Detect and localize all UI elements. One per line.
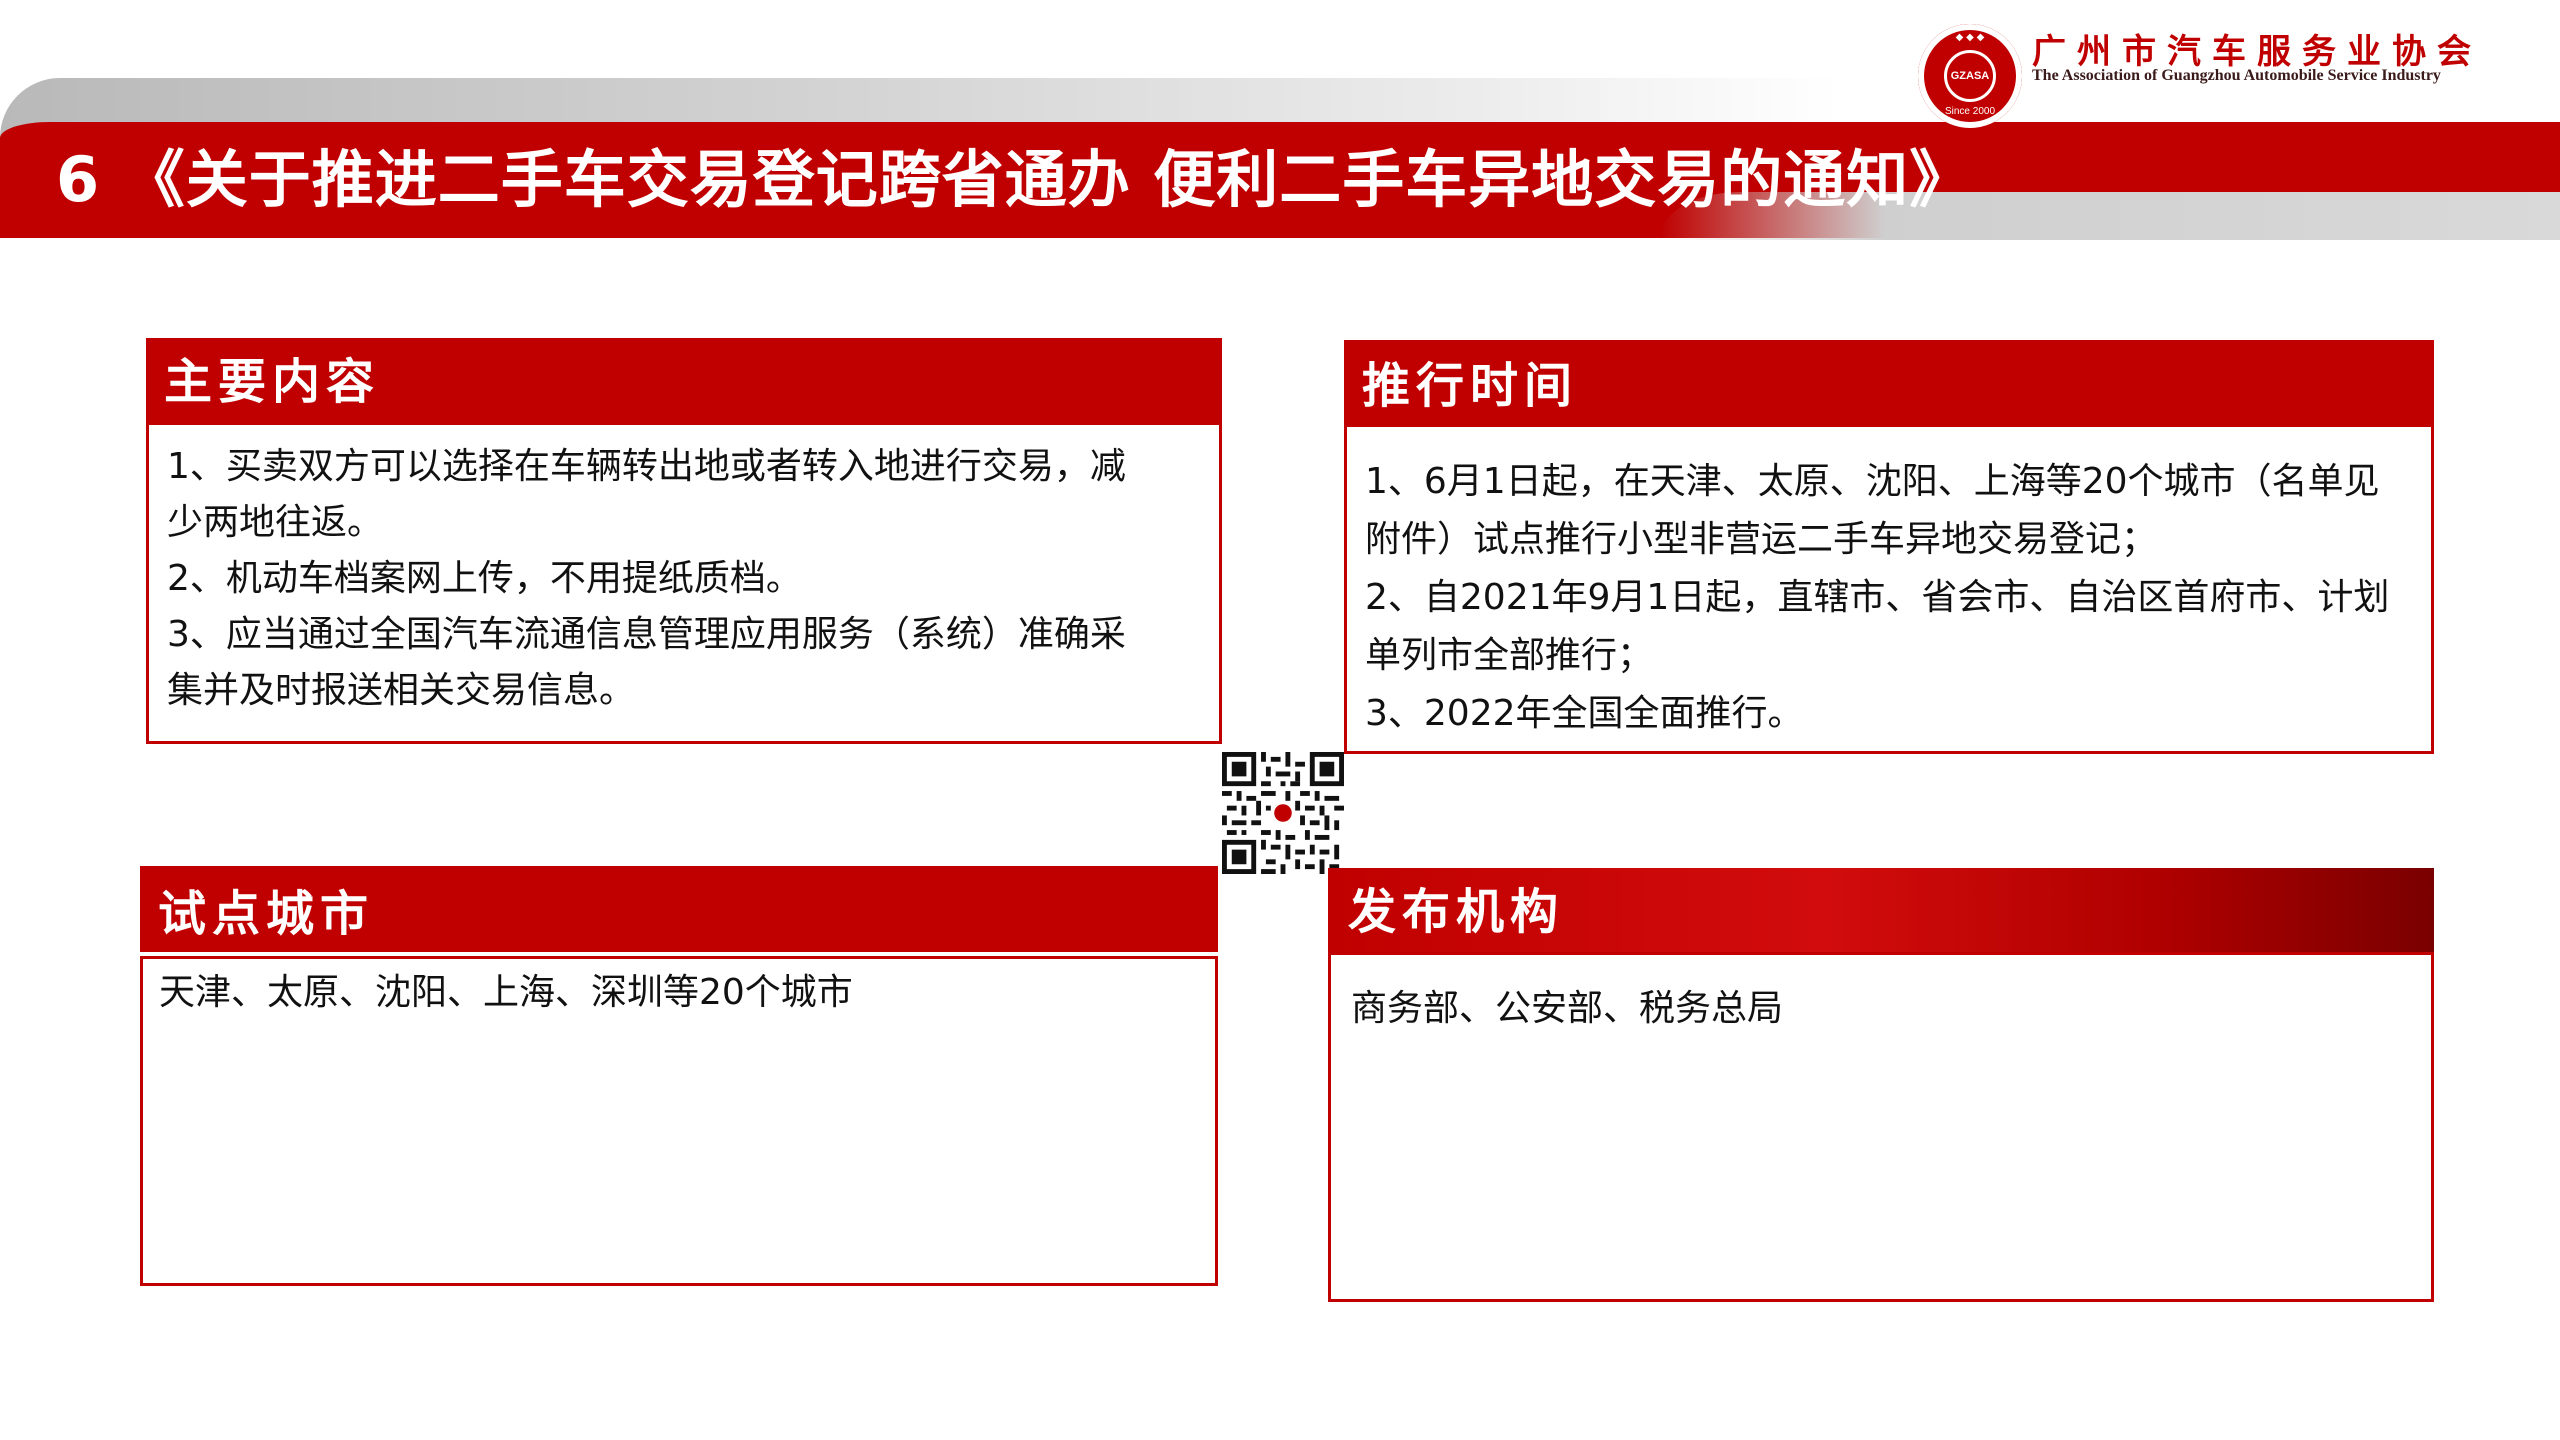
- content-line-2: 少两地往返。: [167, 502, 384, 543]
- panel-header-issuer: 发布机构: [1328, 868, 2434, 952]
- org-name-en: The Association of Guangzhou Automobile …: [2032, 67, 2441, 84]
- schedule-line-1: 1、6月1日起，在天津、太原、沈阳、上海等20个城市（名单见: [1365, 461, 2380, 502]
- content-line-3: 2、机动车档案网上传，不用提纸质档。: [167, 558, 802, 599]
- panel-header-schedule: 推行时间: [1344, 340, 2434, 424]
- schedule-line-5: 3、2022年全国全面推行。: [1365, 693, 1804, 734]
- logo-since: Since 2000: [1944, 106, 1996, 117]
- association-seal-icon: ◆ ◆ ◆ GZASA Since 2000: [1918, 24, 2022, 128]
- panel-header-pilot-cities: 试点城市: [140, 866, 1218, 952]
- cities-line-1: 天津、太原、沈阳、上海、深圳等20个城市: [159, 972, 853, 1013]
- panel-body-issuer: 商务部、公安部、税务总局: [1328, 952, 2434, 1302]
- logo-text: GZASA: [1944, 50, 1996, 102]
- qr-code-graphic: [1222, 752, 1344, 874]
- panel-title: 试点城市: [158, 886, 375, 942]
- panel-body-schedule: 1、6月1日起，在天津、太原、沈阳、上海等20个城市（名单见 附件）试点推行小型…: [1344, 424, 2434, 754]
- panel-body-pilot-cities: 天津、太原、沈阳、上海、深圳等20个城市: [140, 956, 1218, 1286]
- qr-code-icon: [1222, 752, 1344, 874]
- schedule-line-2: 附件）试点推行小型非营运二手车异地交易登记；: [1365, 519, 2158, 560]
- schedule-line-4: 单列市全部推行；: [1365, 635, 1654, 676]
- panel-title: 推行时间: [1362, 358, 1579, 414]
- content-line-4: 3、应当通过全国汽车流通信息管理应用服务（系统）准确采: [167, 614, 1126, 655]
- page-title: 6 《关于推进二手车交易登记跨省通办 便利二手车异地交易的通知》: [56, 143, 1973, 216]
- panel-pilot-cities: 试点城市 天津、太原、沈阳、上海、深圳等20个城市: [140, 866, 1218, 1286]
- content-line-1: 1、买卖双方可以选择在车辆转出地或者转入地进行交易，减: [167, 446, 1126, 487]
- panel-main-content: 主要内容 1、买卖双方可以选择在车辆转出地或者转入地进行交易，减 少两地往返。 …: [146, 338, 1222, 744]
- logo-top-ring: ◆ ◆ ◆: [1955, 32, 1985, 43]
- content-line-5: 集并及时报送相关交易信息。: [167, 670, 636, 711]
- panel-header-main-content: 主要内容: [146, 338, 1222, 422]
- panel-title: 发布机构: [1348, 884, 1565, 940]
- issuer-line-1: 商务部、公安部、税务总局: [1351, 988, 1784, 1029]
- panel-title: 主要内容: [164, 354, 381, 410]
- panel-issuer: 发布机构 商务部、公安部、税务总局: [1328, 868, 2434, 1302]
- panel-schedule: 推行时间 1、6月1日起，在天津、太原、沈阳、上海等20个城市（名单见 附件）试…: [1344, 340, 2434, 754]
- panel-body-main-content: 1、买卖双方可以选择在车辆转出地或者转入地进行交易，减 少两地往返。 2、机动车…: [146, 422, 1222, 744]
- schedule-line-3: 2、自2021年9月1日起，直辖市、省会市、自治区首府市、计划: [1365, 577, 2390, 618]
